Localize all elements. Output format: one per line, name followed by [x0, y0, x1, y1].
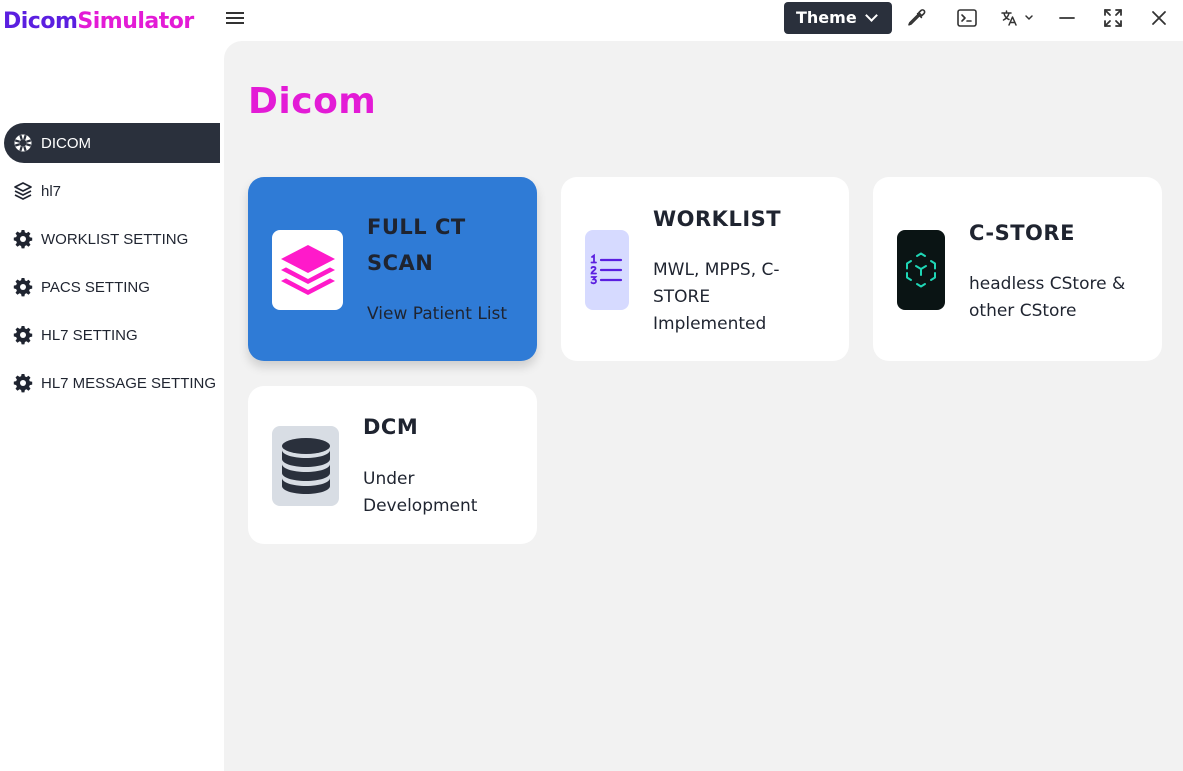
sidebar-item-pacs-setting[interactable]: PACS SETTING — [4, 267, 220, 307]
eyedropper-icon[interactable] — [905, 6, 929, 30]
card-title-line: FULL CT — [367, 215, 466, 239]
card-description-line: MWL, MPPS, C- — [653, 260, 780, 280]
gear-icon — [13, 229, 33, 249]
logo-part-simulator: Simulator — [77, 9, 194, 34]
terminal-icon[interactable] — [955, 6, 979, 30]
card-title: DCM — [363, 415, 419, 439]
card-c-store[interactable]: C-STORE headless CStore & other CStore — [873, 177, 1162, 361]
card-description: headless CStore & other CStore — [969, 271, 1125, 325]
fullscreen-icon[interactable] — [1101, 6, 1125, 30]
card-title-line: SCAN — [367, 251, 434, 275]
sidebar-item-hl7-message-setting[interactable]: HL7 MESSAGE SETTING — [4, 363, 220, 403]
close-icon[interactable] — [1147, 6, 1171, 30]
lifebuoy-icon — [13, 133, 33, 153]
theme-button[interactable]: Theme — [784, 2, 892, 34]
sidebar-item-hl7-setting[interactable]: HL7 SETTING — [4, 315, 220, 355]
theme-label: Theme — [796, 8, 857, 27]
logo-part-dicom: Dicom — [3, 9, 78, 34]
page-title: Dicom — [248, 81, 377, 122]
menu-icon[interactable] — [226, 9, 246, 29]
sidebar-item-label: PACS SETTING — [41, 278, 150, 296]
card-description-line: other CStore — [969, 301, 1077, 321]
sidebar-item-hl7[interactable]: hl7 — [4, 171, 220, 211]
sidebar: DICOM hl7 WORKLIST SETTING PACS SETTING … — [0, 41, 224, 771]
gear-icon — [13, 325, 33, 345]
sidebar-item-worklist-setting[interactable]: WORKLIST SETTING — [4, 219, 220, 259]
card-worklist[interactable]: WORKLIST MWL, MPPS, C- STORE Implemented — [561, 177, 849, 361]
card-title: WORKLIST — [653, 207, 782, 231]
sidebar-item-label: HL7 SETTING — [41, 326, 138, 344]
database-icon — [272, 426, 339, 506]
layers-icon — [272, 230, 343, 310]
sidebar-item-label: WORKLIST SETTING — [41, 230, 189, 248]
card-description-line: Development — [363, 496, 478, 516]
card-description-line: STORE — [653, 287, 711, 307]
card-title: FULL CT SCAN — [367, 209, 466, 281]
card-full-ct-scan[interactable]: FULL CT SCAN View Patient List — [248, 177, 537, 361]
numbered-list-icon — [585, 230, 629, 310]
sidebar-item-label: HL7 MESSAGE SETTING — [41, 374, 217, 392]
card-description-line: Implemented — [653, 314, 767, 334]
sidebar-item-label: hl7 — [41, 182, 62, 200]
gear-icon — [13, 373, 33, 393]
card-description: MWL, MPPS, C- STORE Implemented — [653, 257, 780, 338]
main-content: Dicom FULL CT SCAN View Patient List WOR… — [224, 41, 1183, 771]
translate-icon[interactable] — [999, 6, 1037, 30]
card-description-line: Under — [363, 469, 415, 489]
card-dcm[interactable]: DCM Under Development — [248, 386, 537, 544]
card-description-line: headless CStore & — [969, 274, 1126, 294]
app-logo: DicomSimulator — [3, 8, 194, 36]
sidebar-item-label: DICOM — [41, 134, 91, 152]
layers-icon — [13, 181, 33, 201]
title-bar: DicomSimulator Theme — [0, 0, 1183, 41]
minimize-icon[interactable] — [1055, 6, 1079, 30]
sidebar-item-dicom[interactable]: DICOM — [4, 123, 220, 163]
gear-icon — [13, 277, 33, 297]
chevron-down-icon — [865, 9, 878, 22]
card-description: View Patient List — [367, 304, 508, 324]
card-title: C-STORE — [969, 221, 1075, 245]
card-description: Under Development — [363, 466, 477, 520]
cube-network-icon — [897, 230, 945, 310]
